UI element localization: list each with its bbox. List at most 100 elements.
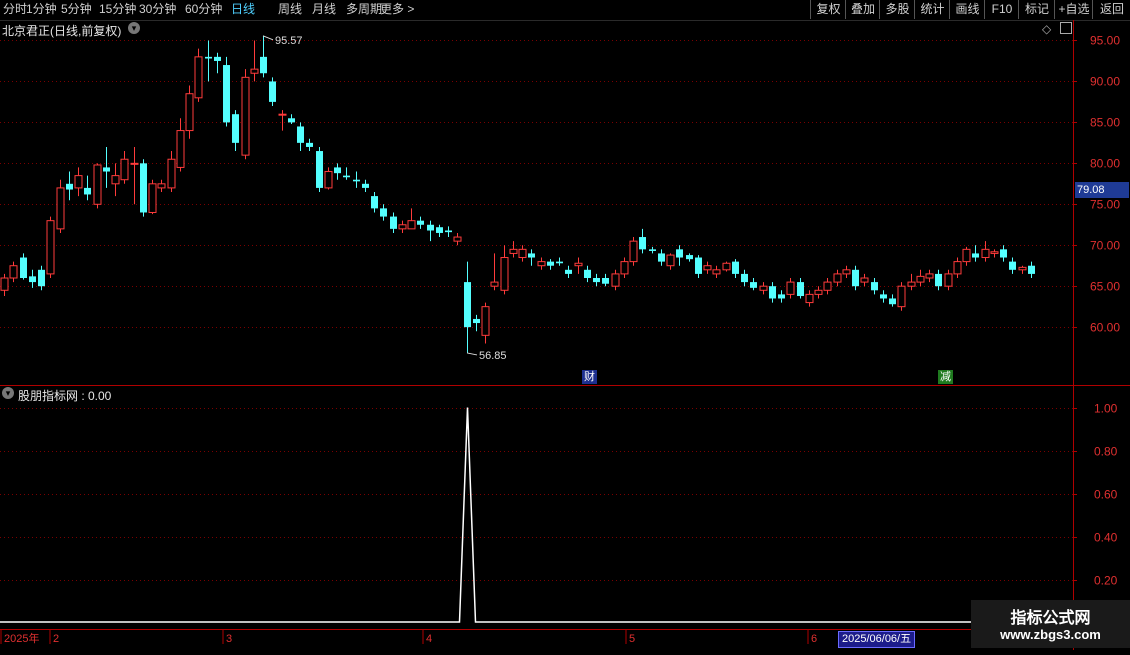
toolbar-button-1[interactable]: 叠加 bbox=[845, 0, 880, 19]
candle-body bbox=[990, 251, 999, 254]
candle-body bbox=[565, 269, 572, 274]
candle-body bbox=[427, 224, 434, 231]
y-tick-label: 80.00 bbox=[1090, 157, 1120, 171]
period-tab-10[interactable]: 更多 > bbox=[380, 0, 414, 19]
period-tab-0[interactable]: 分时 bbox=[3, 0, 27, 19]
candle-body bbox=[639, 237, 646, 250]
toolbar-button-2[interactable]: 多股 bbox=[879, 0, 915, 19]
candle-body bbox=[574, 262, 583, 267]
candle-body bbox=[29, 276, 36, 283]
period-tab-1[interactable]: 1分钟 bbox=[26, 0, 57, 19]
candle-body bbox=[66, 183, 73, 190]
candle-body bbox=[602, 278, 609, 284]
candle-body bbox=[741, 273, 748, 283]
candle-body bbox=[593, 278, 600, 283]
candle-body bbox=[74, 175, 83, 189]
stock-title: 北京君正(日线,前复权) bbox=[2, 24, 122, 38]
candle-body bbox=[185, 93, 194, 132]
candle-body bbox=[871, 282, 878, 291]
candle-body bbox=[334, 167, 341, 174]
period-tab-5[interactable]: 60分钟 bbox=[185, 0, 222, 19]
period-toolbar: 分时 1分钟 5分钟 15分钟 30分钟 60分钟 日线 周线 月线 多周期 更多 > 复权 叠加 多股统… bbox=[0, 0, 1130, 21]
toolbar-button-7[interactable]: +自选 bbox=[1054, 0, 1093, 19]
toolbar-button-0[interactable]: 复权 bbox=[810, 0, 846, 19]
y-tick-label: 95.00 bbox=[1090, 34, 1120, 48]
candle-body bbox=[417, 220, 424, 225]
candle-body bbox=[9, 265, 18, 279]
candle-body bbox=[1018, 266, 1027, 271]
candle-body bbox=[84, 187, 91, 195]
candle-body bbox=[148, 183, 157, 213]
candle-body bbox=[278, 113, 287, 116]
finance-marker[interactable]: 财 bbox=[582, 370, 597, 384]
indicator-y-tick-label: 0.80 bbox=[1094, 445, 1118, 459]
candle-body bbox=[805, 293, 814, 304]
reduce-marker[interactable]: 减 bbox=[938, 370, 953, 384]
chart-area[interactable]: 95.00 90.00 85.00 80.00 75.00 70.00 65.00 60.00… bbox=[0, 20, 1130, 650]
period-tab-8[interactable]: 月线 bbox=[312, 0, 336, 19]
candle-body bbox=[0, 277, 9, 291]
candle-body bbox=[500, 257, 509, 291]
candle-body bbox=[205, 56, 212, 59]
candle-body bbox=[722, 262, 731, 271]
chart-svg[interactable]: 95.00 90.00 85.00 80.00 75.00 70.00 65.00 60.00… bbox=[0, 20, 1130, 650]
candle-body bbox=[750, 282, 757, 288]
candle-body bbox=[953, 261, 962, 275]
candle-body bbox=[880, 294, 887, 299]
x-tick-label: 3 bbox=[226, 633, 232, 645]
candle-body bbox=[111, 175, 120, 185]
candle-body bbox=[611, 273, 620, 287]
candle-body bbox=[371, 196, 378, 209]
candle-body bbox=[46, 220, 55, 275]
candle-body bbox=[944, 273, 953, 287]
indicator-y-tick-label: 0.40 bbox=[1094, 531, 1118, 545]
candle-body bbox=[823, 281, 832, 291]
candle-body bbox=[20, 257, 27, 278]
candle-body bbox=[1028, 265, 1035, 274]
period-tab-4[interactable]: 30分钟 bbox=[139, 0, 176, 19]
candle-body bbox=[786, 281, 795, 295]
period-tab-9[interactable]: 多周期 bbox=[346, 0, 382, 19]
candle-body bbox=[547, 261, 554, 266]
indicator-title: 股朋指标网 : 0.00 bbox=[18, 389, 112, 403]
candle-body bbox=[232, 114, 239, 143]
x-tick-label: 4 bbox=[426, 633, 432, 645]
panel-toggle-icon[interactable] bbox=[1060, 22, 1072, 34]
candle-body bbox=[703, 265, 712, 271]
candle-body bbox=[759, 285, 768, 291]
title-dropdown-icon[interactable]: ▾ bbox=[128, 22, 140, 34]
candle-body bbox=[398, 224, 407, 230]
candle-body bbox=[445, 230, 452, 233]
period-tab-7[interactable]: 周线 bbox=[278, 0, 302, 19]
candle-body bbox=[907, 281, 916, 287]
candle-body bbox=[584, 269, 591, 278]
candle-body bbox=[316, 151, 323, 188]
candle-body bbox=[778, 294, 785, 299]
candle-body bbox=[481, 306, 490, 336]
period-tab-3[interactable]: 15分钟 bbox=[99, 0, 136, 19]
candle-body bbox=[537, 261, 546, 267]
candle-body bbox=[157, 183, 166, 189]
toolbar-button-6[interactable]: 标记 bbox=[1018, 0, 1055, 19]
diamond-icon[interactable]: ◇ bbox=[1042, 22, 1051, 36]
x-tick-label: 5 bbox=[629, 633, 635, 645]
y-tick-label: 85.00 bbox=[1090, 116, 1120, 130]
candle-body bbox=[1009, 261, 1016, 270]
candle-body bbox=[38, 269, 45, 287]
candle-body bbox=[269, 81, 276, 102]
candle-body bbox=[464, 282, 471, 328]
toolbar-button-4[interactable]: 画线 bbox=[949, 0, 985, 19]
last-price-tag: 79.08 bbox=[1075, 182, 1129, 198]
period-tab-2[interactable]: 5分钟 bbox=[61, 0, 92, 19]
toolbar-button-3[interactable]: 统计 bbox=[914, 0, 950, 19]
candle-body bbox=[528, 253, 535, 258]
toolbar-button-5[interactable]: F10 bbox=[984, 0, 1019, 19]
indicator-dropdown-icon[interactable]: ▾ bbox=[2, 387, 14, 399]
candle-body bbox=[649, 249, 656, 251]
candle-body bbox=[666, 254, 675, 267]
period-tab-6[interactable]: 日线 bbox=[231, 0, 255, 19]
y-tick-label: 70.00 bbox=[1090, 239, 1120, 253]
toolbar-button-8[interactable]: 返回 bbox=[1092, 0, 1130, 19]
candle-body bbox=[306, 142, 313, 147]
candle-body bbox=[490, 281, 499, 287]
